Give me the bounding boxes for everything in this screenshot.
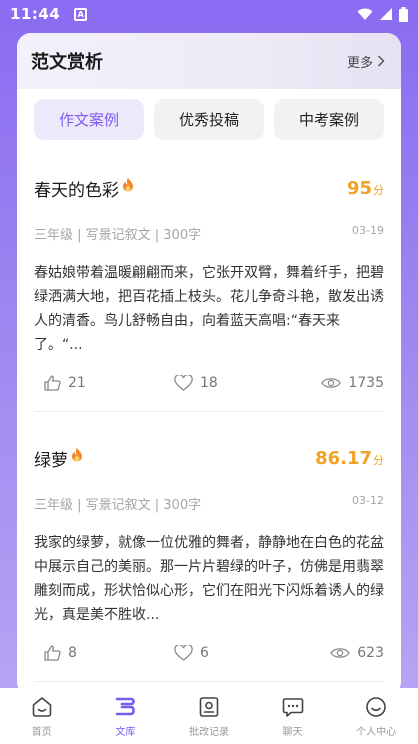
article-header: 绿萝 86.17分 bbox=[34, 412, 384, 471]
favorite-count: 6 bbox=[200, 645, 209, 661]
article-score: 95分 bbox=[347, 178, 384, 199]
tab-excellent-submissions[interactable]: 优秀投稿 bbox=[154, 99, 264, 140]
view-stat: 623 bbox=[330, 645, 384, 661]
like-count: 21 bbox=[68, 375, 86, 391]
bottom-nav: 首页 文库 批改记录 聊天 个人中心 bbox=[0, 688, 418, 744]
article-excerpt: 春姑娘带着温暖翩翩而来，它张开双臂，舞着纤手，把碧绿洒满大地，把百花插上枝头。花… bbox=[34, 265, 384, 353]
favorite-button[interactable]: 6 bbox=[174, 645, 314, 661]
more-label: 更多 bbox=[346, 55, 373, 71]
article-item[interactable]: 春天的色彩 95分 三年级 | 写景记叙文 | 300字 03-19 春姑娘带着… bbox=[17, 140, 401, 412]
score-unit: 分 bbox=[373, 454, 384, 467]
tab-exam-cases[interactable]: 中考案例 bbox=[274, 99, 384, 140]
article-stats: 21 18 1735 bbox=[34, 373, 384, 393]
score-unit: 分 bbox=[373, 184, 384, 197]
notification-a-icon: A bbox=[74, 7, 88, 21]
more-link[interactable]: 更多 bbox=[347, 52, 385, 71]
like-button[interactable]: 8 bbox=[34, 645, 174, 661]
status-icons bbox=[357, 6, 408, 22]
hot-flame-icon bbox=[72, 447, 82, 461]
profile-icon bbox=[366, 696, 386, 717]
article-score: 86.17分 bbox=[315, 448, 384, 469]
essay-showcase-card: 范文赏析 更多 作文案例 优秀投稿 中考案例 春天的色彩 95分 三年级 | 写… bbox=[17, 33, 401, 696]
wifi-icon bbox=[357, 8, 373, 20]
signal-icon bbox=[380, 8, 392, 20]
nav-home[interactable]: 首页 bbox=[0, 688, 84, 744]
thumbs-up-icon bbox=[44, 375, 61, 391]
card-header: 范文赏析 更多 bbox=[17, 33, 401, 89]
article-meta: 三年级 | 写景记叙文 | 300字 03-19 bbox=[34, 224, 384, 243]
article-title: 春天的色彩 bbox=[34, 181, 119, 201]
view-stat: 1735 bbox=[321, 375, 384, 391]
tab-essay-cases[interactable]: 作文案例 bbox=[34, 99, 144, 140]
chevron-right-icon bbox=[377, 55, 385, 67]
nav-label: 个人中心 bbox=[356, 726, 397, 738]
view-count: 1735 bbox=[348, 375, 384, 391]
article-excerpt: 我家的绿萝，就像一位优雅的舞者，静静地在白色的花盆中展示自己的美丽。那一片片碧绿… bbox=[34, 535, 384, 623]
like-count: 8 bbox=[68, 645, 77, 661]
score-value: 95 bbox=[346, 178, 372, 199]
status-time: 11:44 bbox=[10, 5, 61, 23]
nav-chat[interactable]: 聊天 bbox=[251, 688, 335, 744]
nav-records[interactable]: 批改记录 bbox=[167, 688, 251, 744]
heart-icon bbox=[174, 375, 193, 391]
category-tabs: 作文案例 优秀投稿 中考案例 bbox=[17, 89, 401, 140]
chat-icon bbox=[282, 697, 303, 717]
divider bbox=[34, 681, 384, 682]
article-date: 03-19 bbox=[352, 224, 384, 237]
home-icon bbox=[32, 696, 52, 717]
record-icon bbox=[199, 696, 219, 717]
battery-icon bbox=[399, 6, 408, 22]
article-meta: 三年级 | 写景记叙文 | 300字 03-12 bbox=[34, 494, 384, 513]
eye-icon bbox=[321, 378, 342, 388]
article-header: 春天的色彩 95分 bbox=[34, 140, 384, 201]
favorite-count: 18 bbox=[200, 375, 218, 391]
score-value: 86.17 bbox=[315, 448, 372, 469]
library-icon bbox=[116, 697, 136, 715]
nav-profile[interactable]: 个人中心 bbox=[334, 688, 418, 744]
thumbs-up-icon bbox=[44, 645, 61, 661]
status-bar: 11:44 A bbox=[0, 0, 418, 28]
nav-label: 文库 bbox=[115, 726, 136, 738]
view-count: 623 bbox=[357, 645, 384, 661]
heart-icon bbox=[174, 645, 193, 661]
nav-label: 首页 bbox=[31, 726, 52, 738]
nav-label: 聊天 bbox=[282, 726, 303, 738]
nav-library[interactable]: 文库 bbox=[84, 688, 168, 744]
article-item[interactable]: 绿萝 86.17分 三年级 | 写景记叙文 | 300字 03-12 我家的绿萝… bbox=[17, 412, 401, 682]
article-tags: 三年级 | 写景记叙文 | 300字 bbox=[34, 498, 202, 513]
like-button[interactable]: 21 bbox=[34, 375, 174, 391]
favorite-button[interactable]: 18 bbox=[174, 375, 314, 391]
article-stats: 8 6 623 bbox=[34, 643, 384, 663]
nav-label: 批改记录 bbox=[188, 726, 229, 738]
section-title: 范文赏析 bbox=[31, 52, 103, 73]
article-tags: 三年级 | 写景记叙文 | 300字 bbox=[34, 228, 202, 243]
article-date: 03-12 bbox=[352, 494, 384, 507]
article-title: 绿萝 bbox=[34, 451, 68, 471]
eye-icon bbox=[330, 648, 351, 658]
hot-flame-icon bbox=[123, 177, 133, 191]
